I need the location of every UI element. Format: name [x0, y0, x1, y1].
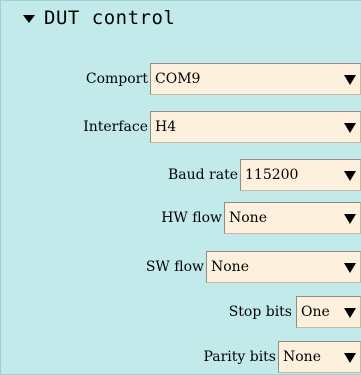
baud-rate-label: Baud rate: [167, 167, 238, 183]
dut-control-section-header[interactable]: DUT control: [1, 1, 361, 41]
comport-select[interactable]: COM9: [150, 63, 361, 95]
section-title: DUT control: [44, 7, 176, 29]
parity-bits-select[interactable]: None: [278, 341, 361, 373]
chevron-down-icon[interactable]: [344, 308, 356, 318]
sw-flow-label: SW flow: [145, 259, 204, 275]
hw-flow-label: HW flow: [161, 210, 222, 226]
chevron-down-icon[interactable]: [344, 171, 356, 181]
chevron-down-icon[interactable]: [344, 263, 356, 273]
interface-value: H4: [155, 119, 177, 135]
chevron-down-icon[interactable]: [344, 214, 356, 224]
chevron-down-icon[interactable]: [344, 353, 356, 363]
interface-row: Interface H4: [0, 111, 361, 143]
baud-rate-select[interactable]: 115200: [240, 159, 361, 191]
stop-bits-value: One: [301, 304, 330, 320]
collapse-triangle-icon[interactable]: [23, 15, 35, 23]
chevron-down-icon[interactable]: [344, 75, 356, 85]
baud-rate-value: 115200: [245, 167, 299, 183]
dut-control-panel: DUT control Comport COM9 Interface H4 Ba…: [0, 0, 361, 375]
hw-flow-value: None: [229, 210, 267, 226]
interface-label: Interface: [83, 119, 148, 135]
hw-flow-row: HW flow None: [0, 202, 361, 234]
parity-bits-label: Parity bits: [203, 349, 276, 365]
sw-flow-row: SW flow None: [0, 251, 361, 283]
sw-flow-select[interactable]: None: [206, 251, 361, 283]
comport-value: COM9: [155, 71, 201, 87]
stop-bits-label: Stop bits: [228, 304, 292, 320]
comport-label: Comport: [85, 71, 148, 87]
parity-bits-value: None: [283, 349, 321, 365]
stop-bits-select[interactable]: One: [296, 296, 361, 328]
sw-flow-value: None: [211, 259, 249, 275]
stop-bits-row: Stop bits One: [0, 296, 361, 328]
hw-flow-select[interactable]: None: [224, 202, 361, 234]
comport-row: Comport COM9: [0, 63, 361, 95]
baud-rate-row: Baud rate 115200: [0, 159, 361, 191]
parity-bits-row: Parity bits None: [0, 341, 361, 373]
chevron-down-icon[interactable]: [344, 123, 356, 133]
interface-select[interactable]: H4: [150, 111, 361, 143]
